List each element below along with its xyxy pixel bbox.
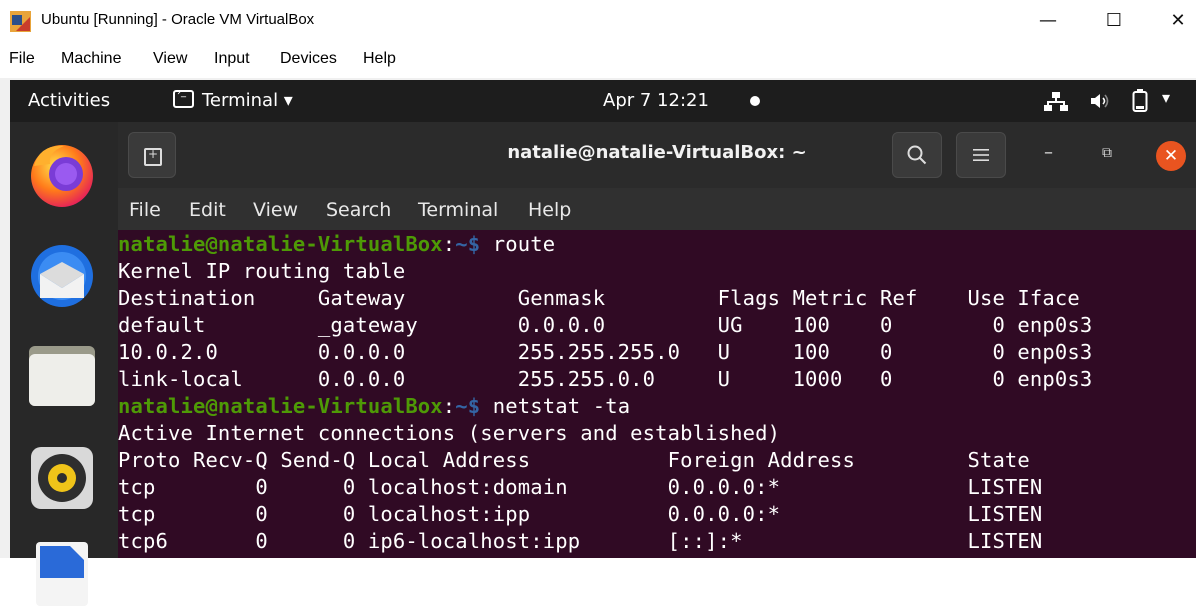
terminal-menu-file[interactable]: File: [129, 199, 161, 221]
files-icon[interactable]: [26, 340, 98, 412]
terminal-line: Destination Gateway Genmask Flags Metric…: [118, 286, 1080, 310]
search-icon: [907, 145, 927, 165]
terminal-output[interactable]: natalie@natalie-VirtualBox:~$ route Kern…: [118, 230, 1196, 558]
terminal-menu-help[interactable]: Help: [528, 199, 571, 221]
host-menu-devices[interactable]: Devices: [280, 50, 337, 68]
terminal-window-title: natalie@natalie-VirtualBox: ~: [507, 142, 807, 163]
terminal-menu-search[interactable]: Search: [326, 199, 391, 221]
host-menu-machine[interactable]: Machine: [61, 50, 121, 68]
activities-button[interactable]: Activities: [28, 90, 110, 111]
new-tab-icon: [144, 147, 162, 166]
terminal-headerbar: natalie@natalie-VirtualBox: ~ – ⧉ ✕: [118, 122, 1196, 188]
new-tab-button[interactable]: [128, 132, 176, 178]
libreoffice-writer-icon[interactable]: [26, 538, 98, 610]
clock[interactable]: Apr 7 12:21: [603, 90, 709, 111]
firefox-icon[interactable]: [26, 138, 98, 210]
terminal-minimize-button[interactable]: –: [1044, 142, 1053, 163]
terminal-menubar: File Edit View Search Terminal Help: [118, 188, 1196, 230]
notification-dot-icon: [750, 96, 760, 106]
terminal-line: tcp 0 0 localhost:ipp 0.0.0.0:* LISTEN: [118, 502, 1043, 526]
terminal-menu-edit[interactable]: Edit: [189, 199, 226, 221]
battery-icon[interactable]: [1132, 89, 1148, 113]
terminal-line: 10.0.2.0 0.0.0.0 255.255.255.0 U 100 0 0…: [118, 340, 1093, 364]
close-window-button[interactable]: ✕: [1158, 6, 1196, 36]
host-menu-help[interactable]: Help: [363, 50, 396, 68]
terminal-line: Proto Recv-Q Send-Q Local Address Foreig…: [118, 448, 1030, 472]
maximize-button[interactable]: ☐: [1094, 6, 1134, 36]
system-menu-chevron-down-icon[interactable]: ▾: [1162, 88, 1170, 107]
thunderbird-icon[interactable]: [26, 238, 98, 310]
terminal-line: link-local 0.0.0.0 255.255.0.0 U 1000 0 …: [118, 367, 1093, 391]
search-button[interactable]: [892, 132, 942, 178]
terminal-line: default _gateway 0.0.0.0 UG 100 0 0 enp0…: [118, 313, 1093, 337]
host-titlebar: Ubuntu [Running] - Oracle VM VirtualBox …: [0, 0, 1196, 42]
host-menu-file[interactable]: File: [9, 50, 35, 68]
host-menubar: File Machine View Input Devices Help: [0, 44, 1196, 76]
terminal-line: Active Internet connections (servers and…: [118, 421, 781, 445]
terminal-line: natalie@natalie-VirtualBox:~$ route: [118, 232, 556, 256]
terminal-line: natalie@natalie-VirtualBox:~$ netstat -t…: [118, 394, 631, 418]
host-menu-input[interactable]: Input: [214, 50, 250, 68]
terminal-line: Kernel IP routing table: [118, 259, 406, 283]
minimize-button[interactable]: —: [1028, 6, 1068, 36]
terminal-menu-terminal[interactable]: Terminal: [418, 199, 498, 221]
terminal-restore-button[interactable]: ⧉: [1102, 145, 1112, 161]
hamburger-icon: [973, 149, 989, 161]
terminal-close-button[interactable]: ✕: [1156, 141, 1186, 171]
host-window-title: Ubuntu [Running] - Oracle VM VirtualBox: [41, 11, 315, 28]
terminal-menu-view[interactable]: View: [253, 199, 298, 221]
virtualbox-app-icon: [10, 11, 31, 32]
hamburger-menu-button[interactable]: [956, 132, 1006, 178]
host-menu-view[interactable]: View: [153, 50, 187, 68]
volume-icon[interactable]: [1090, 92, 1112, 110]
rhythmbox-icon[interactable]: [26, 442, 98, 514]
ubuntu-dock: [10, 122, 118, 606]
terminal-icon: [173, 87, 194, 108]
terminal-line: tcp6 0 0 ip6-localhost:ipp [::]:* LISTEN: [118, 529, 1043, 553]
terminal-app-menu[interactable]: Terminal ▾: [173, 87, 293, 111]
ubuntu-top-panel: Activities Terminal ▾ Apr 7 12:21 ▾: [10, 80, 1196, 122]
app-menu-label: Terminal ▾: [202, 90, 293, 111]
network-icon[interactable]: [1044, 91, 1068, 111]
terminal-line: tcp 0 0 localhost:domain 0.0.0.0:* LISTE…: [118, 475, 1043, 499]
